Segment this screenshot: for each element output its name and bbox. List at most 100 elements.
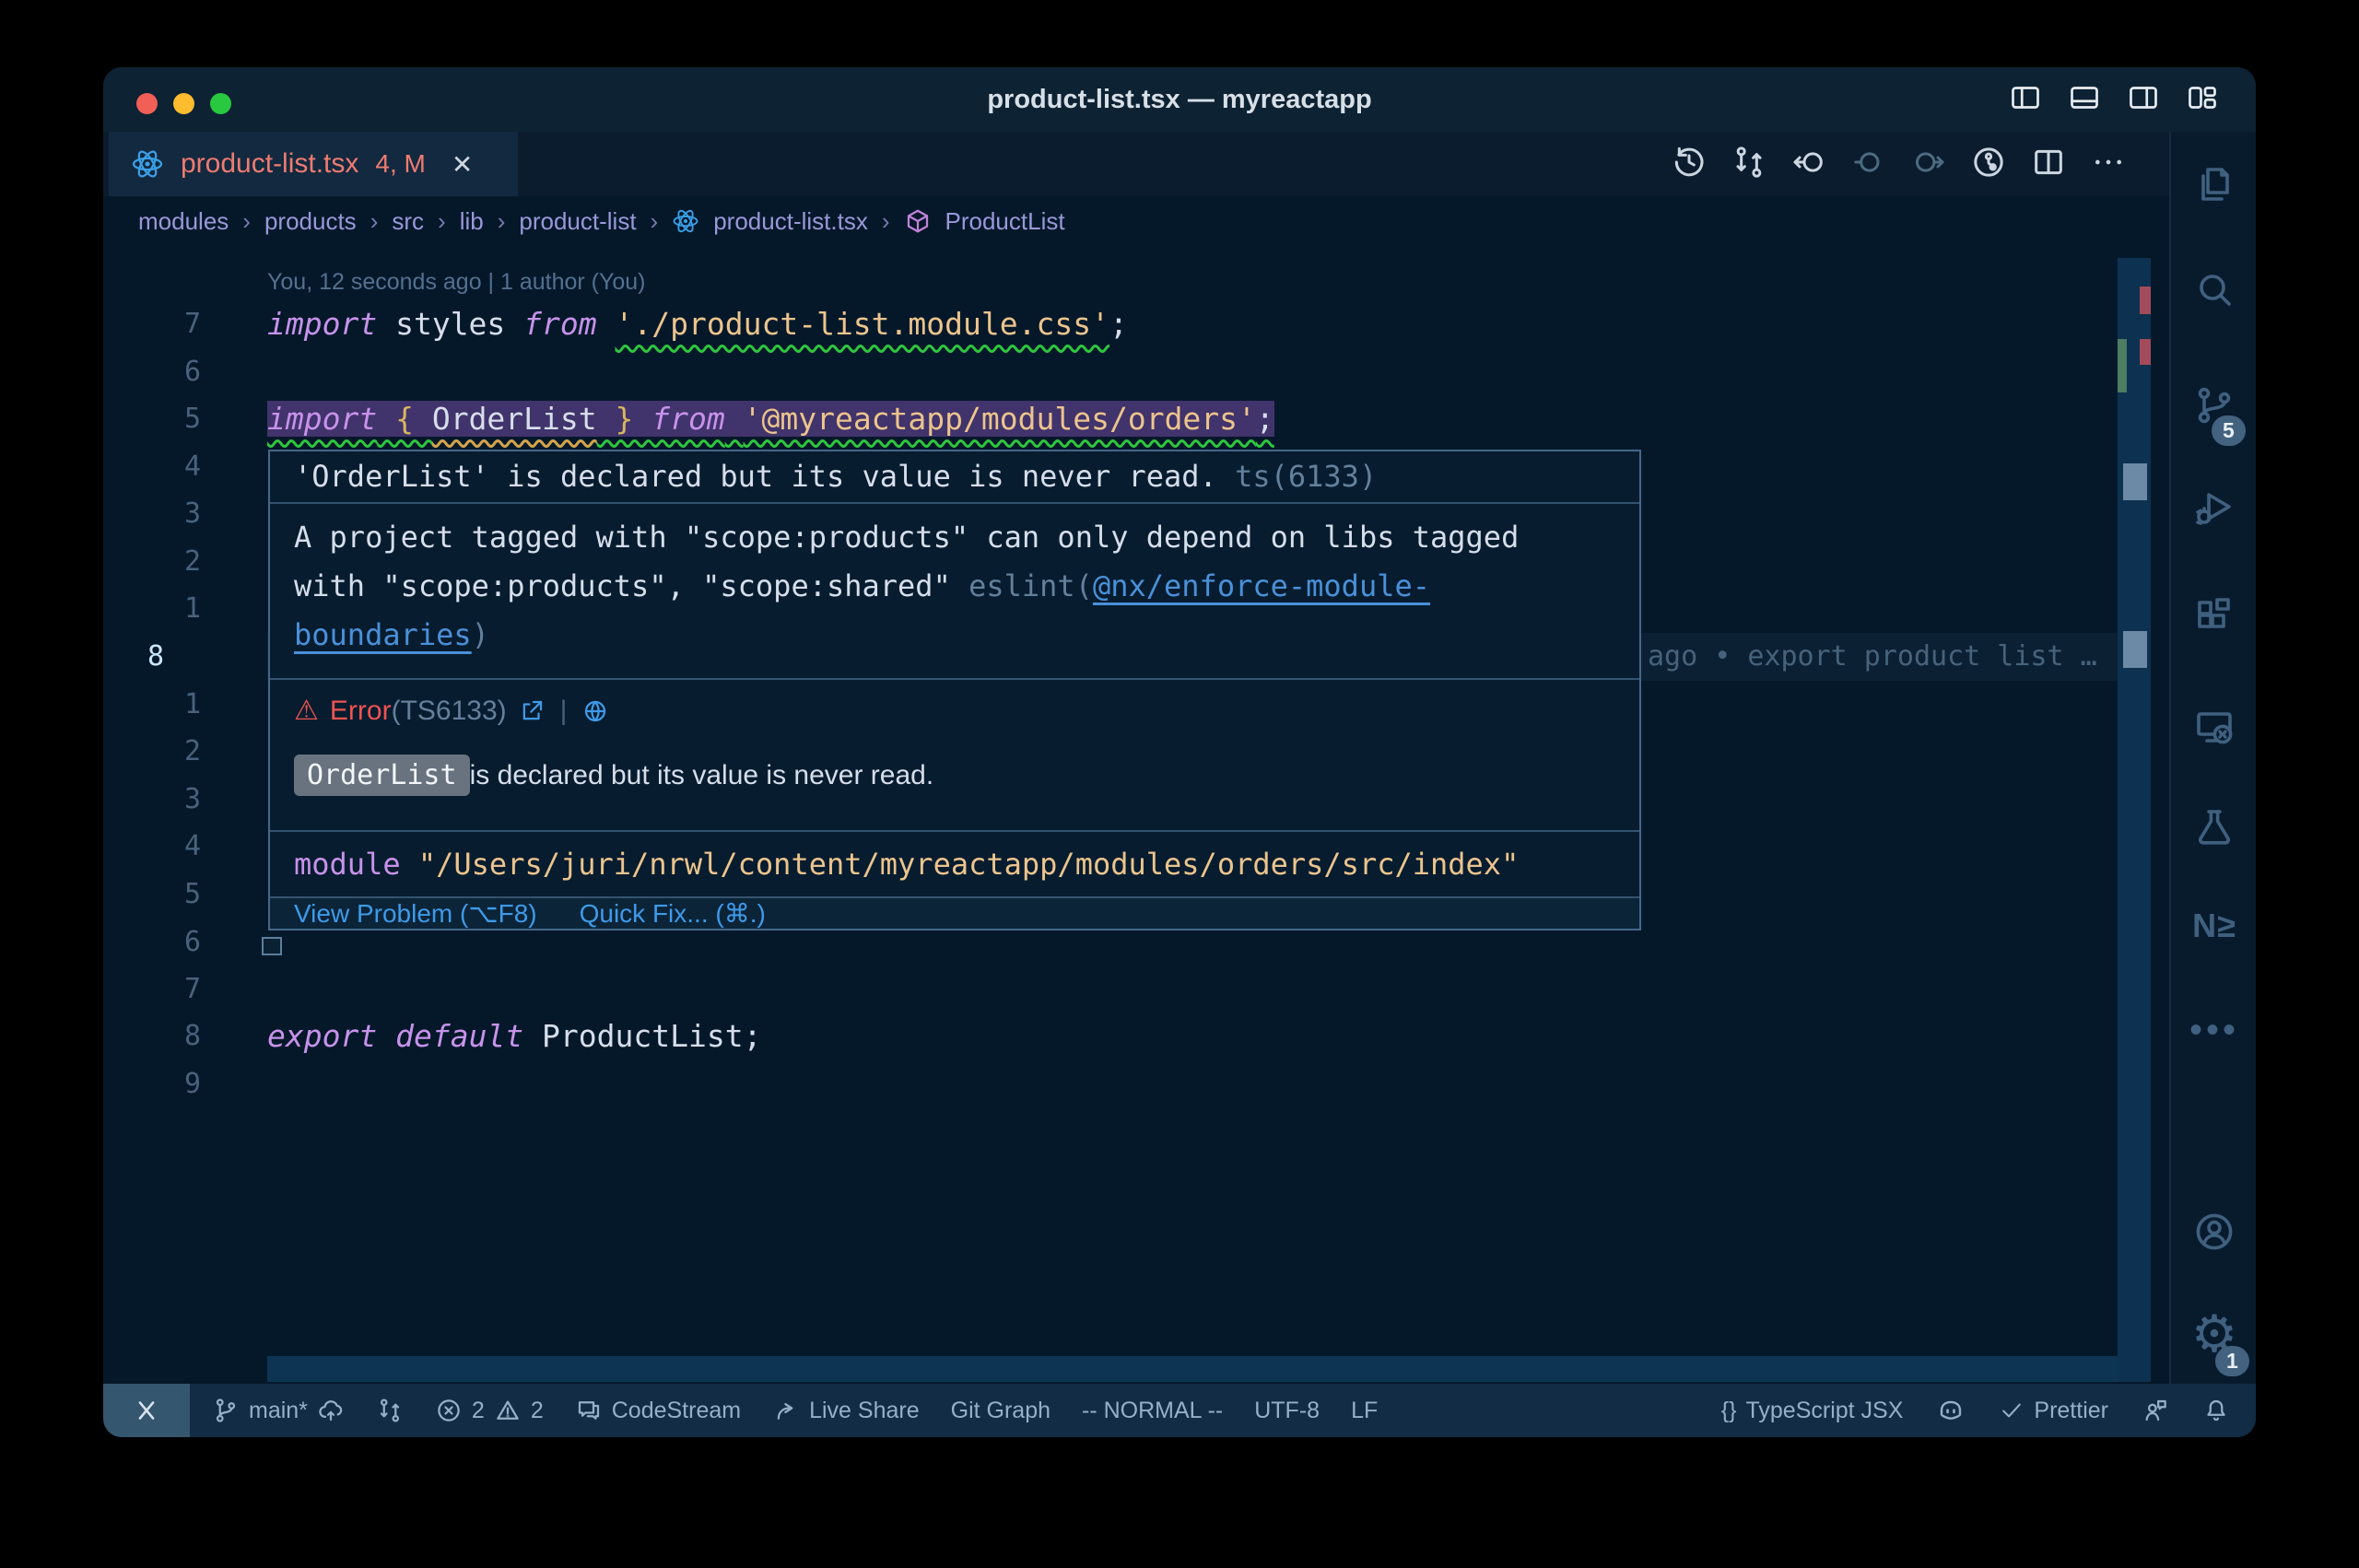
error-message: is declared but its value is never read. [470,760,934,791]
module-keyword: module [294,847,401,882]
close-tab-icon[interactable]: ✕ [452,149,473,180]
punctuation: ; [1256,401,1274,437]
eslint-rule-message: A project tagged with "scope:products" c… [270,504,1639,678]
breadcrumb-item-modules[interactable]: modules [138,207,229,236]
keyword: default [395,1018,523,1054]
space [725,401,744,437]
codestream-label: CodeStream [612,1398,741,1424]
rule-text: with "scope:products", "scope:shared" [294,568,968,603]
rule-source: eslint( [968,568,1093,603]
feedback-icon[interactable] [2142,1397,2169,1424]
eol-label: LF [1351,1398,1378,1424]
view-problem-button[interactable]: View Problem (⌥F8) [294,898,537,929]
vscode-window: product-list.tsx — myreactapp product-li… [103,67,2256,1437]
identifier-orderlist: OrderList [432,401,597,437]
identifier: styles [377,306,523,342]
problems-indicator[interactable]: 22 [435,1397,544,1424]
toggle-panel-icon[interactable] [2068,81,2101,119]
copilot-icon[interactable] [1936,1396,1966,1425]
activity-bar [2169,132,2256,1384]
additional-views-icon[interactable]: ••• [2173,1010,2256,1051]
chevron-right-icon: › [370,207,379,236]
line-number: 8 [120,1012,201,1060]
hover-actions: View Problem (⌥F8) Quick Fix... (⌘.) [270,896,1639,929]
breadcrumb-item-product-list[interactable]: product-list [519,207,636,236]
breadcrumb-item-filename[interactable]: product-list.tsx [713,207,868,236]
cloud-upload-icon [317,1397,345,1424]
rule-link[interactable]: @nx/enforce-module- [1093,568,1430,603]
branch-indicator[interactable]: main* [212,1397,345,1424]
overview-error-mark [2140,339,2151,365]
testing-beaker-icon[interactable] [2173,805,2256,849]
prettier-status[interactable]: Prettier [1999,1398,2108,1424]
language-mode-indicator[interactable]: {}TypeScript JSX [1721,1398,1904,1424]
encoding-indicator[interactable]: UTF-8 [1254,1398,1320,1424]
timeline-history-icon[interactable] [1671,144,1708,185]
status-bar: main* 22 CodeStream Live Share Git Graph… [103,1384,2256,1437]
vim-mode-indicator[interactable]: -- NORMAL -- [1082,1398,1223,1424]
keyword: import [267,401,377,437]
customize-layout-icon[interactable] [2186,81,2219,119]
explorer-icon[interactable] [2173,162,2256,206]
horizontal-scrollbar[interactable] [267,1356,2118,1382]
compare-changes-status-icon[interactable] [376,1397,404,1424]
tab-decoration: 4, M [375,149,425,179]
space [377,1018,395,1054]
eol-indicator[interactable]: LF [1351,1398,1378,1424]
line-number: 3 [120,776,201,824]
line-number: 5 [120,871,201,919]
codelens-blame[interactable]: You, 12 seconds ago | 1 author (You) [267,269,646,296]
previous-change-icon[interactable] [1790,144,1827,185]
live-share-label: Live Share [809,1398,920,1424]
vim-mode-label: -- NORMAL -- [1082,1398,1223,1424]
line-number: 7 [120,300,201,348]
window-title: product-list.tsx — myreactapp [103,67,2256,132]
live-share-status[interactable]: Live Share [772,1397,920,1424]
split-editor-icon[interactable] [2030,144,2067,185]
breadcrumb-item-lib[interactable]: lib [460,207,484,236]
hover-diagnostics-popup: 'OrderList' is declared but its value is… [268,450,1641,930]
search-icon[interactable] [2173,268,2256,312]
globe-icon[interactable] [581,697,609,725]
code-line-import-styles[interactable]: import styles from './product-list.modul… [267,300,1128,348]
compare-changes-icon[interactable] [1731,144,1767,185]
remote-explorer-icon[interactable] [2173,705,2256,749]
previous-diff-icon[interactable] [1850,144,1887,185]
chevron-right-icon: › [882,207,890,236]
git-graph-status[interactable]: Git Graph [951,1398,1050,1424]
tab-product-list[interactable]: product-list.tsx 4, M ✕ [109,132,518,196]
next-diff-icon[interactable] [1910,144,1947,185]
quick-fix-button[interactable]: Quick Fix... (⌘.) [580,898,766,929]
error-count: 2 [472,1398,485,1424]
module-path: "/Users/juri/nrwl/content/myreactapp/mod… [418,847,1519,882]
commit-graph-icon[interactable] [1970,144,2007,185]
react-icon [131,147,164,181]
extensions-icon[interactable] [2173,595,2256,639]
rule-link[interactable]: boundaries [294,617,472,652]
overview-added-mark [2118,339,2127,392]
code-line-import-orderlist[interactable]: import { OrderList } from '@myreactapp/m… [267,395,1274,443]
vertical-scrollbar[interactable] [2118,258,2151,1382]
codestream-status[interactable]: CodeStream [575,1397,741,1424]
space [401,847,418,882]
open-external-icon[interactable] [518,697,546,725]
breadcrumb-item-symbol[interactable]: ProductList [945,207,1065,236]
nx-console-icon[interactable]: N≥ [2173,907,2256,945]
error-code: (TS6133) [392,696,507,726]
hover-resize-handle[interactable] [262,937,282,955]
toggle-secondary-sidebar-icon[interactable] [2127,81,2160,119]
symbol-cube-icon [904,207,932,235]
toggle-primary-sidebar-icon[interactable] [2009,81,2042,119]
code-line-export-default[interactable]: export default ProductList; [267,1012,761,1060]
run-debug-icon[interactable] [2173,486,2256,531]
remote-indicator[interactable] [103,1384,190,1437]
account-icon[interactable] [2173,1210,2256,1254]
more-actions-icon[interactable] [2090,144,2127,185]
breadcrumb-item-products[interactable]: products [264,207,357,236]
punctuation: } [597,401,652,437]
line-number: 5 [120,395,201,443]
react-icon [672,207,699,235]
title-bar: product-list.tsx — myreactapp [103,67,2256,132]
notifications-bell-icon[interactable] [2202,1397,2230,1424]
breadcrumb-item-src[interactable]: src [392,207,424,236]
